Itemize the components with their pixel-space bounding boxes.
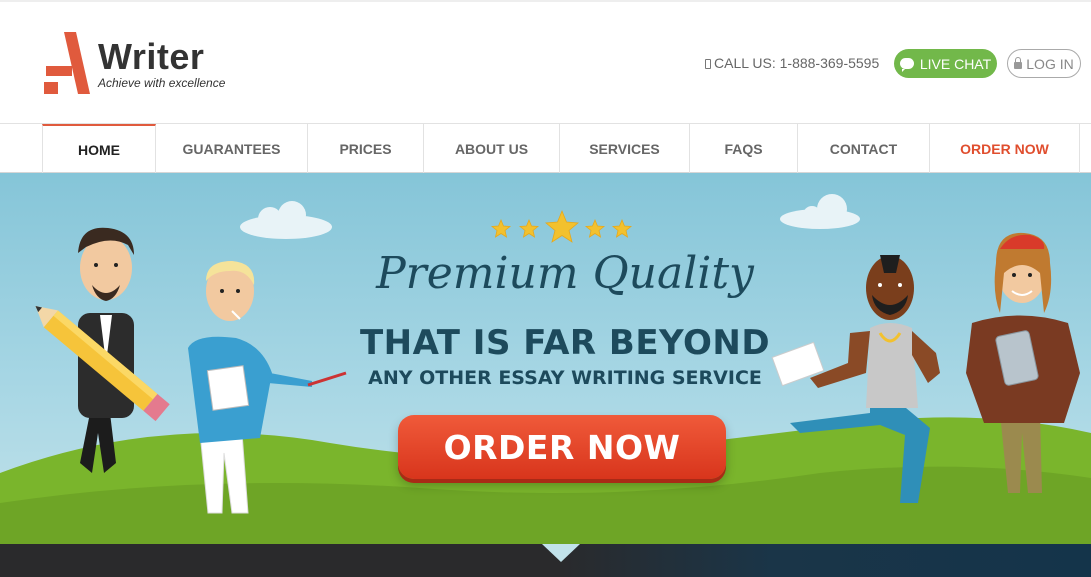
phone-text: CALL US: 1-888-369-5595 [714, 55, 880, 71]
nav-label: GUARANTEES [182, 140, 281, 157]
login-label: LOG IN [1026, 55, 1074, 72]
hero-banner: Premium Quality THAT IS FAR BEYOND ANY O… [0, 173, 1091, 544]
live-chat-label: LIVE CHAT [919, 55, 992, 72]
nav-item-prices[interactable]: PRICES [308, 124, 424, 173]
nav-label: ORDER NOW [960, 140, 1049, 157]
nav-item-guarantees[interactable]: GUARANTEES [156, 124, 308, 173]
logo-tagline: Achieve with excellence [98, 76, 226, 90]
lock-icon [1014, 57, 1023, 69]
nav-item-faqs[interactable]: FAQS [690, 124, 798, 173]
login-button[interactable]: LOG IN [1007, 49, 1081, 78]
rating-stars-icon [490, 209, 633, 243]
hero-order-now-button[interactable]: ORDER NOW [398, 415, 726, 479]
section-down-arrow-icon [542, 544, 580, 562]
hero-headline-script: Premium Quality [376, 248, 754, 299]
nav-label: PRICES [339, 140, 392, 157]
nav-label: FAQS [724, 140, 763, 157]
hero-headline-sub: ANY OTHER ESSAY WRITING SERVICE [368, 367, 762, 389]
nav-item-services[interactable]: SERVICES [560, 124, 690, 173]
nav-label: HOME [78, 141, 120, 158]
chat-bubble-icon [899, 58, 914, 72]
nav-label: ABOUT US [454, 140, 529, 157]
logo-a-mark-icon [44, 32, 90, 94]
hero-headline-main: THAT IS FAR BEYOND [359, 323, 771, 363]
nav-item-about-us[interactable]: ABOUT US [424, 124, 560, 173]
live-chat-button[interactable]: LIVE CHAT [894, 49, 997, 78]
nav-item-home[interactable]: HOME [42, 124, 156, 173]
phone-contact[interactable]: CALL US: 1-888-369-5595 [705, 55, 879, 71]
nav-label: SERVICES [589, 140, 660, 157]
nav-item-contact[interactable]: CONTACT [798, 124, 930, 173]
cloud-right-icon [780, 194, 860, 229]
logo-wordmark: Writer [98, 36, 205, 77]
main-nav: HOME GUARANTEES PRICES ABOUT US SERVICES… [0, 123, 1091, 173]
character-pencil-man [35, 227, 170, 473]
next-section-strip [0, 544, 1091, 577]
cloud-left-icon [240, 201, 332, 239]
phone-icon [705, 59, 711, 69]
nav-item-order-now[interactable]: ORDER NOW [930, 124, 1080, 173]
starfield-background [560, 544, 1091, 577]
nav-label: CONTACT [829, 140, 898, 157]
site-logo[interactable]: Writer Achieve with excellence [42, 32, 242, 98]
site-header: Writer Achieve with excellence CALL US: … [0, 0, 1091, 123]
